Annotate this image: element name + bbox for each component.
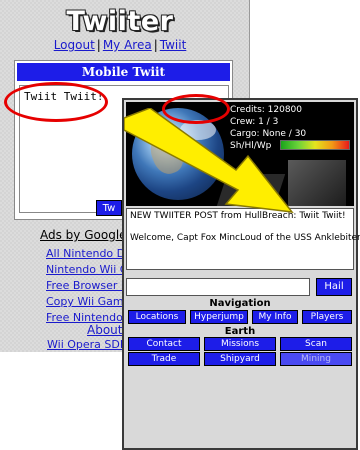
- contact-button[interactable]: Contact: [128, 337, 200, 351]
- hail-button[interactable]: Hail: [316, 278, 352, 296]
- command-input[interactable]: [126, 278, 310, 296]
- locations-button[interactable]: Locations: [128, 310, 186, 324]
- separator: |: [96, 38, 101, 52]
- earth-title: Earth: [224, 326, 256, 337]
- players-button[interactable]: Players: [302, 310, 352, 324]
- opera-sdk-link[interactable]: Wii Opera SDK: [47, 338, 127, 351]
- highlight-ellipse: [162, 94, 230, 124]
- trade-button[interactable]: Trade: [128, 352, 200, 366]
- shipyard-button[interactable]: Shipyard: [204, 352, 276, 366]
- hyperjump-button[interactable]: Hyperjump: [190, 310, 248, 324]
- highlight-ellipse: [4, 82, 108, 122]
- arrow-icon: [124, 108, 294, 213]
- ads-title[interactable]: Ads by Google: [40, 228, 127, 242]
- command-bar: Hail: [126, 278, 354, 298]
- logout-link[interactable]: Logout: [54, 38, 95, 52]
- top-nav: Logout | My Area | Twiit: [0, 38, 240, 52]
- message-welcome: Welcome, Capt Fox MincLoud of the USS An…: [130, 233, 360, 243]
- missions-button[interactable]: Missions: [204, 337, 276, 351]
- arrow-shape: [124, 108, 294, 213]
- twiit-submit-button[interactable]: Tw: [96, 200, 122, 216]
- twiit-link[interactable]: Twiit: [160, 38, 187, 52]
- twiit-form-header: Mobile Twiit: [17, 63, 230, 81]
- scan-button[interactable]: Scan: [280, 337, 352, 351]
- logo: Twiiter: [66, 6, 174, 37]
- mining-button[interactable]: Mining: [280, 352, 352, 366]
- my-info-button[interactable]: My Info: [252, 310, 298, 324]
- separator: |: [153, 38, 158, 52]
- navigation-title: Navigation: [209, 298, 271, 309]
- my-area-link[interactable]: My Area: [103, 38, 152, 52]
